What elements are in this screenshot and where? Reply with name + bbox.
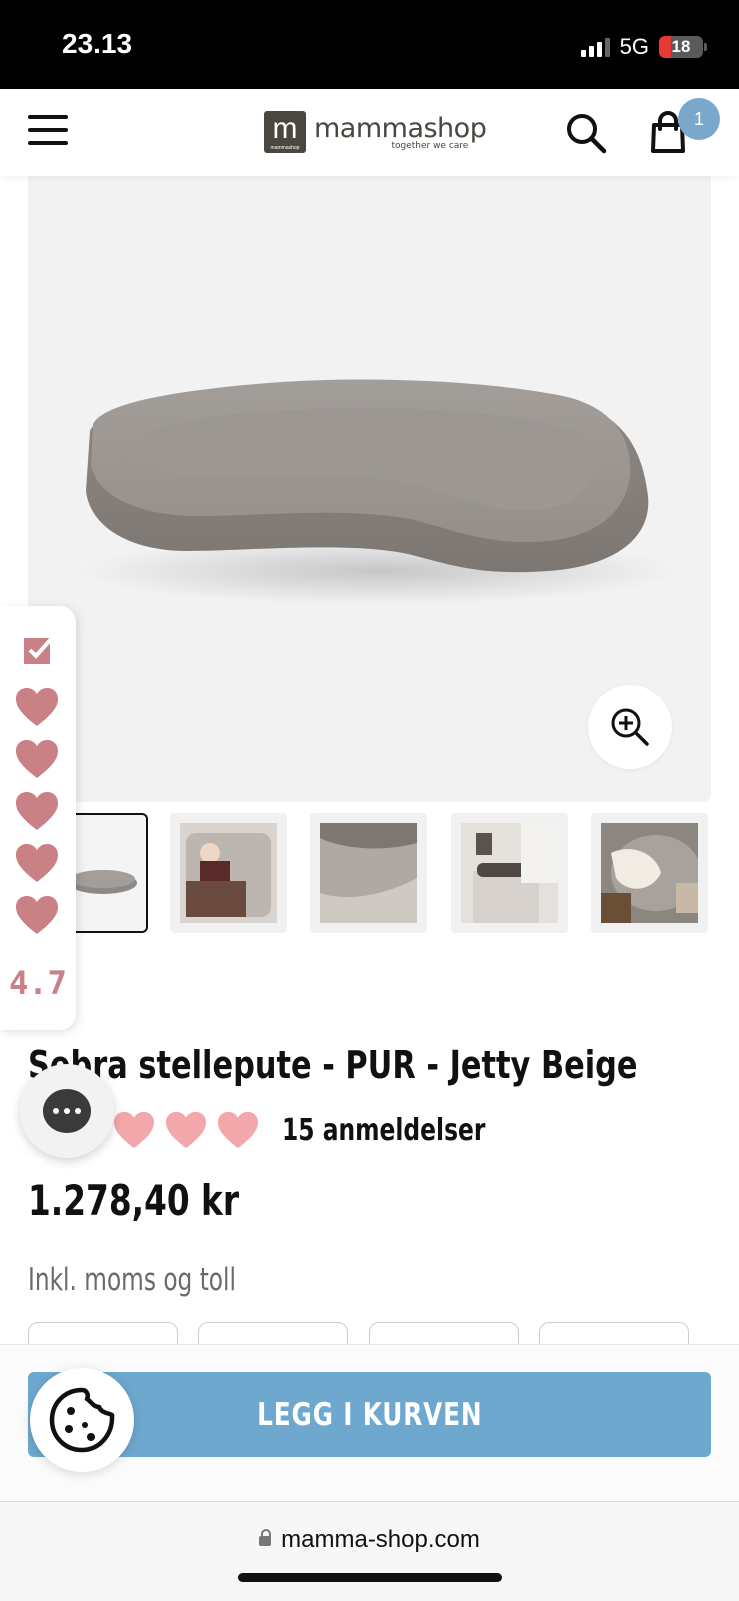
thumbnail-5[interactable]	[591, 813, 708, 933]
menu-button[interactable]	[28, 115, 68, 149]
heart-icon	[16, 844, 58, 882]
product-price: 1.278,40 kr	[28, 1176, 240, 1225]
heart-icon	[114, 1111, 154, 1149]
url-text: mamma-shop.com	[281, 1526, 480, 1553]
status-time: 23.13	[62, 28, 133, 59]
reviews-widget-tab[interactable]: 4.7	[0, 606, 76, 1030]
tax-note: Inkl. moms og toll	[28, 1262, 236, 1298]
logo-mark: m mammashop	[264, 111, 306, 153]
battery-icon: 18	[659, 36, 707, 58]
cart-count-badge[interactable]: 1	[678, 98, 720, 140]
browser-url-bar[interactable]: mamma-shop.com	[0, 1501, 739, 1601]
thumbnail-2[interactable]	[170, 813, 287, 933]
site-logo[interactable]: m mammashop mammashop together we care	[264, 111, 487, 153]
search-button[interactable]	[564, 111, 608, 155]
network-label: 5G	[619, 34, 649, 59]
thumbnail-4[interactable]	[451, 813, 568, 933]
thumbnail-3[interactable]	[310, 813, 427, 933]
heart-icon	[16, 792, 58, 830]
search-icon	[567, 114, 607, 154]
menu-icon	[28, 115, 68, 119]
thumbnail-strip	[0, 813, 739, 935]
heart-icon	[166, 1111, 206, 1149]
logo-tagline: together we care	[391, 140, 469, 151]
product-main-image[interactable]	[28, 176, 711, 802]
logo-name: mammashop	[314, 112, 487, 144]
cookie-icon	[49, 1387, 115, 1453]
heart-icon	[218, 1111, 258, 1149]
heart-icon	[16, 896, 58, 934]
lock-icon	[259, 1529, 272, 1546]
heart-icon	[16, 688, 58, 726]
product-title: Sebra stellepute - PUR - Jetty Beige	[28, 1043, 638, 1087]
review-count-link[interactable]: 15 anmeldelser	[282, 1113, 485, 1148]
battery-level: 18	[671, 37, 691, 56]
chat-button[interactable]	[20, 1064, 114, 1158]
status-indicators: 5G 18	[580, 34, 707, 60]
heart-icon	[16, 740, 58, 778]
site-header: m mammashop mammashop together we care	[0, 89, 739, 176]
variant-options	[28, 1322, 711, 1362]
chat-bubble-icon	[43, 1089, 91, 1133]
cookie-settings-button[interactable]	[30, 1368, 134, 1472]
verified-check-icon	[24, 636, 54, 664]
status-bar: 23.13 5G 18	[0, 0, 739, 89]
zoom-button[interactable]	[588, 685, 672, 769]
signal-icon	[580, 37, 610, 57]
home-indicator[interactable]	[238, 1573, 502, 1582]
widget-rating-score: 4.7	[9, 964, 67, 1002]
zoom-in-icon	[611, 708, 649, 746]
